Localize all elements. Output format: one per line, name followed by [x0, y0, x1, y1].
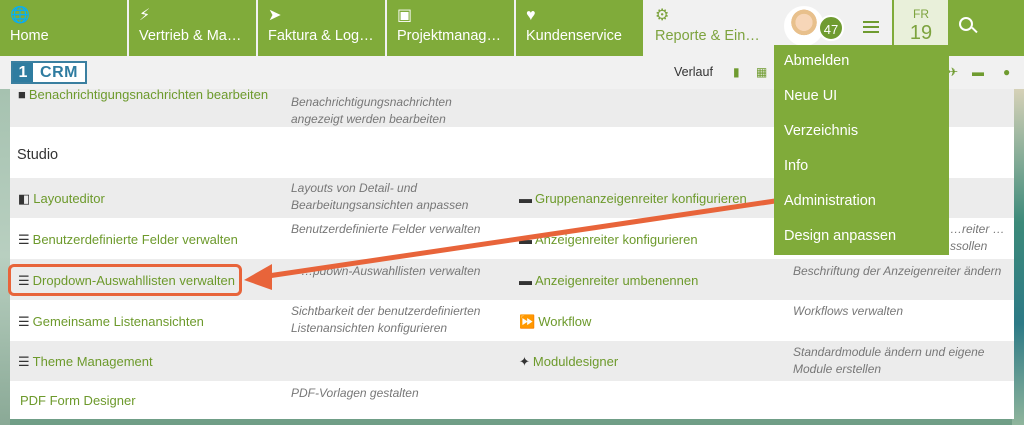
menu-item-administration[interactable]: Administration [784, 193, 876, 209]
menu-item-info[interactable]: Info [784, 158, 808, 174]
menu-item-abmelden[interactable]: Abmelden [784, 53, 849, 69]
menu-item-verzeichnis[interactable]: Verzeichnis [784, 123, 858, 139]
user-dropdown-menu: Abmelden Neue UI Verzeichnis Info Admini… [774, 45, 949, 255]
menu-item-neue-ui[interactable]: Neue UI [784, 88, 837, 104]
menu-item-design-anpassen[interactable]: Design anpassen [784, 228, 896, 244]
